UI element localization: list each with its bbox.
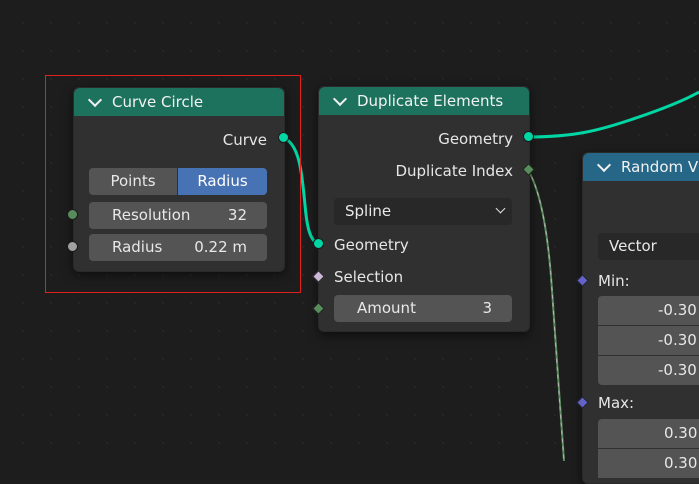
- duplicate-elements-header[interactable]: Duplicate Elements: [319, 87, 529, 115]
- max-x-field[interactable]: 0.30: [598, 419, 699, 448]
- duplicate-elements-node[interactable]: Duplicate Elements Geometry Duplicate In…: [318, 86, 530, 332]
- geometry-output-label: Geometry: [438, 130, 513, 148]
- data-type-value: Vector: [609, 237, 657, 255]
- collapse-chevron-icon[interactable]: [596, 157, 612, 173]
- random-value-node[interactable]: Random V Vector Min: -0.30 -0.30 -0.30 M…: [582, 152, 699, 484]
- min-z-field[interactable]: -0.30: [598, 356, 699, 385]
- amount-label: Amount: [357, 299, 416, 317]
- geometry-input-label: Geometry: [334, 236, 409, 254]
- selection-input-label: Selection: [334, 268, 404, 286]
- min-z-value: -0.30: [658, 361, 697, 379]
- collapse-chevron-icon[interactable]: [332, 91, 348, 107]
- min-x-value: -0.30: [658, 301, 697, 319]
- max-x-value: 0.30: [664, 424, 698, 442]
- max-y-field[interactable]: 0.30: [598, 449, 699, 478]
- geometry-output-socket[interactable]: [523, 131, 534, 142]
- max-label: Max:: [598, 394, 635, 412]
- random-value-header[interactable]: Random V: [583, 153, 699, 181]
- data-type-dropdown[interactable]: Vector: [598, 233, 699, 260]
- amount-field[interactable]: Amount 3: [334, 295, 512, 322]
- amount-value: 3: [482, 299, 492, 317]
- domain-dropdown[interactable]: Spline: [334, 198, 512, 225]
- node-title: Duplicate Elements: [357, 92, 504, 110]
- min-label: Min:: [598, 272, 630, 290]
- min-x-field[interactable]: -0.30: [598, 296, 699, 325]
- min-y-field[interactable]: -0.30: [598, 326, 699, 355]
- min-y-value: -0.30: [658, 331, 697, 349]
- domain-value: Spline: [345, 202, 392, 220]
- geometry-input-socket[interactable]: [313, 238, 324, 249]
- selection-highlight-frame: [45, 75, 301, 293]
- duplicate-index-label: Duplicate Index: [395, 162, 513, 180]
- max-y-value: 0.30: [664, 454, 698, 472]
- dropdown-chevron-icon: [495, 203, 506, 214]
- node-title: Random V: [621, 158, 699, 176]
